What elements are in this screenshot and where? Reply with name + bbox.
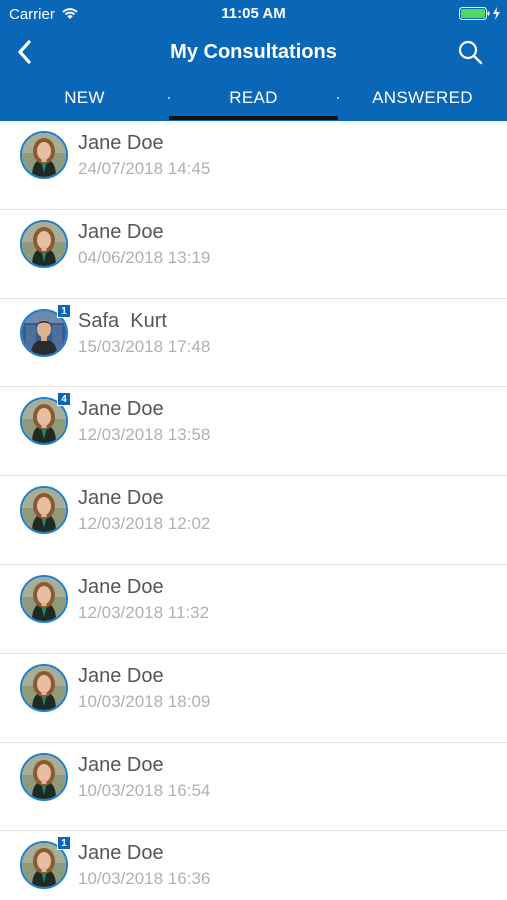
consultation-item[interactable]: Jane Doe 24/07/2018 14:45 bbox=[0, 121, 507, 210]
consultation-date: 12/03/2018 11:32 bbox=[78, 602, 210, 622]
tab-bar: NEW READ ANSWERED bbox=[0, 78, 507, 121]
avatar bbox=[20, 574, 68, 623]
avatar bbox=[20, 486, 68, 535]
avatar bbox=[20, 663, 68, 712]
consultation-item[interactable]: Jane Doe 10/03/2018 18:09 bbox=[0, 654, 507, 743]
tab-divider bbox=[168, 97, 170, 99]
consultation-item[interactable]: Jane Doe 12/03/2018 11:32 bbox=[0, 565, 507, 654]
consultant-name: Jane Doe bbox=[78, 753, 164, 776]
consultation-item[interactable]: Jane Doe 12/03/2018 12:02 bbox=[0, 476, 507, 565]
battery-charging-icon bbox=[459, 7, 500, 20]
unread-count-badge: 1 bbox=[57, 836, 71, 851]
consultant-name: Jane Doe bbox=[78, 487, 164, 510]
consultation-item[interactable]: 1 Safa Kurt 15/03/2018 17:48 bbox=[0, 299, 507, 388]
status-time: 11:05 AM bbox=[221, 5, 286, 22]
selected-tab-indicator bbox=[169, 116, 338, 120]
consultation-item[interactable]: Jane Doe 04/06/2018 13:19 bbox=[0, 210, 507, 299]
avatar bbox=[20, 752, 68, 801]
consultant-name: Jane Doe bbox=[78, 132, 164, 154]
page-title: My Consultations bbox=[170, 41, 337, 63]
consultation-list: Jane Doe 24/07/2018 14:45 Jane Doe 04/06/2… bbox=[0, 121, 507, 900]
consultant-name: Jane Doe bbox=[78, 575, 164, 598]
consultant-name: Jane Doe bbox=[78, 842, 164, 865]
consultation-item[interactable]: 1 Jane Doe 10/03/2018 16:36 bbox=[0, 831, 507, 900]
consultation-item[interactable]: Jane Doe 10/03/2018 16:54 bbox=[0, 743, 507, 832]
consultation-date: 15/03/2018 17:48 bbox=[78, 336, 211, 356]
consultation-date: 12/03/2018 13:58 bbox=[78, 425, 211, 445]
consultation-date: 24/07/2018 14:45 bbox=[78, 159, 211, 178]
consultation-date: 10/03/2018 18:09 bbox=[78, 691, 211, 711]
consultation-item[interactable]: 4 Jane Doe 12/03/2018 13:58 bbox=[0, 387, 507, 477]
consultation-date: 04/06/2018 13:19 bbox=[78, 247, 211, 267]
avatar bbox=[20, 219, 68, 268]
unread-count-badge: 1 bbox=[57, 303, 71, 318]
status-bar: Carrier 11:05 AM bbox=[0, 0, 507, 28]
consultation-date: 12/03/2018 12:02 bbox=[78, 514, 211, 534]
avatar bbox=[20, 131, 68, 179]
tab-new[interactable]: NEW bbox=[0, 78, 169, 121]
navigation-bar: My Consultations bbox=[0, 30, 507, 74]
consultant-name: Safa Kurt bbox=[78, 309, 167, 332]
consultant-name: Jane Doe bbox=[78, 398, 164, 421]
consultation-date: 10/03/2018 16:36 bbox=[78, 869, 211, 889]
tab-read[interactable]: READ bbox=[169, 78, 338, 121]
tab-answered[interactable]: ANSWERED bbox=[338, 78, 507, 121]
consultant-name: Jane Doe bbox=[78, 220, 164, 243]
consultant-name: Jane Doe bbox=[78, 664, 164, 687]
unread-count-badge: 4 bbox=[57, 392, 71, 407]
consultation-date: 10/03/2018 16:54 bbox=[78, 780, 211, 800]
app-header: Carrier 11:05 AM My Consultations NEW RE… bbox=[0, 0, 507, 121]
tab-divider bbox=[337, 97, 339, 99]
search-icon[interactable] bbox=[456, 38, 484, 66]
